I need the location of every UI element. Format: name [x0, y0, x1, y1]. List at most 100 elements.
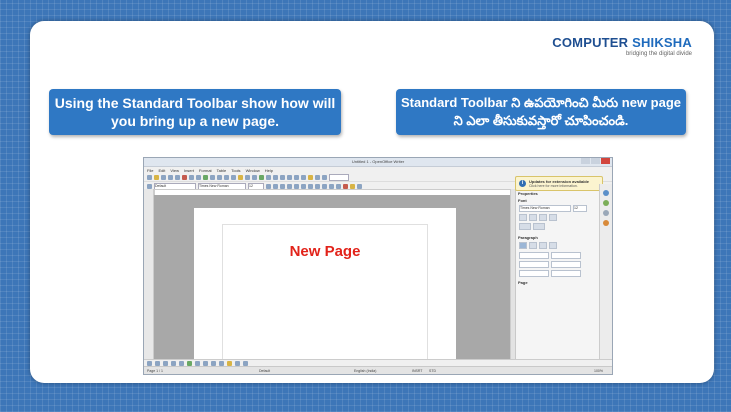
align-left-icon[interactable] — [287, 183, 292, 189]
sidebar-strike-icon[interactable] — [549, 214, 557, 221]
open-icon[interactable] — [154, 174, 159, 180]
decrease-indent-icon[interactable] — [329, 183, 334, 189]
sidebar-underline-icon[interactable] — [539, 214, 547, 221]
print-icon[interactable] — [189, 174, 194, 180]
gallery-deck-icon[interactable] — [603, 210, 609, 216]
highlight-icon[interactable] — [350, 183, 355, 189]
logo-brand-a: COMPUTER — [552, 35, 633, 50]
find-icon[interactable] — [280, 174, 285, 180]
sidebar-style-row — [519, 214, 557, 221]
edit-file-icon[interactable] — [175, 174, 180, 180]
status-bar: Page 1 / 1 Default English (India) INSRT… — [144, 366, 612, 374]
copy-icon[interactable] — [224, 174, 229, 180]
styles-deck-icon[interactable] — [603, 200, 609, 206]
gallery-icon[interactable] — [294, 174, 299, 180]
increase-indent-icon[interactable] — [336, 183, 341, 189]
zoom-icon[interactable] — [315, 174, 320, 180]
sidebar-bold-icon[interactable] — [519, 214, 527, 221]
show-draw-icon[interactable] — [273, 174, 278, 180]
status-insert-mode[interactable]: INSRT — [412, 369, 422, 373]
underline-icon[interactable] — [280, 183, 285, 189]
text-boundary: New Page — [222, 224, 428, 366]
datasources-icon[interactable] — [301, 174, 306, 180]
page-preview-icon[interactable] — [196, 174, 201, 180]
redo-icon[interactable] — [252, 174, 257, 180]
sidebar-italic-icon[interactable] — [529, 214, 537, 221]
find-field[interactable] — [329, 173, 349, 181]
sidebar-indent-field[interactable] — [551, 252, 581, 259]
spelling-icon[interactable] — [203, 174, 208, 180]
table-icon[interactable] — [266, 174, 271, 180]
sidebar-indent-field-3[interactable] — [551, 270, 581, 277]
document-page[interactable]: New Page — [194, 208, 456, 368]
info-icon: i — [519, 180, 526, 187]
sidebar-font-size[interactable]: 12 — [573, 205, 587, 212]
sidebar-align-center-icon[interactable] — [529, 242, 537, 249]
document-area: New Page — [154, 195, 510, 368]
sidebar-font-color-icon[interactable] — [519, 223, 531, 230]
sidebar-font-name[interactable]: Times New Roman — [519, 205, 571, 212]
paste-icon[interactable] — [231, 174, 236, 180]
font-color-icon[interactable] — [343, 183, 348, 189]
email-icon[interactable] — [168, 174, 173, 180]
status-selection-mode[interactable]: STD — [429, 369, 436, 373]
bold-icon[interactable] — [266, 183, 271, 189]
menu-file[interactable]: File — [147, 168, 153, 173]
styles-icon[interactable] — [147, 183, 152, 189]
save-icon[interactable] — [161, 174, 166, 180]
align-right-icon[interactable] — [301, 183, 306, 189]
sidebar-linespacing-field[interactable] — [519, 270, 549, 277]
clone-format-icon[interactable] — [238, 174, 243, 180]
numbering-icon[interactable] — [315, 183, 320, 189]
menu-tools[interactable]: Tools — [231, 168, 240, 173]
sidebar-paragraph-heading[interactable]: Paragraph — [518, 235, 594, 240]
background-color-icon[interactable] — [357, 183, 362, 189]
menu-edit[interactable]: Edit — [158, 168, 165, 173]
hyperlink-icon[interactable] — [259, 174, 264, 180]
sidebar-align-left-icon[interactable] — [519, 242, 527, 249]
new-page-text: New Page — [289, 243, 361, 260]
minimize-button[interactable] — [581, 158, 590, 164]
properties-deck-icon[interactable] — [603, 190, 609, 196]
menu-view[interactable]: View — [170, 168, 179, 173]
sidebar-highlight-icon[interactable] — [533, 223, 545, 230]
undo-icon[interactable] — [245, 174, 250, 180]
help-icon[interactable] — [322, 174, 327, 180]
cut-icon[interactable] — [217, 174, 222, 180]
menu-help[interactable]: Help — [265, 168, 273, 173]
sidebar-properties-heading: Properties — [518, 191, 538, 196]
sidebar-indent-field-2[interactable] — [551, 261, 581, 268]
menu-table[interactable]: Table — [217, 168, 227, 173]
sidebar-spacing-field[interactable] — [519, 252, 549, 259]
sidebar-font-heading[interactable]: Font — [518, 198, 594, 203]
sidebar-align-right-icon[interactable] — [539, 242, 547, 249]
new-document-icon[interactable] — [147, 174, 152, 180]
sidebar-spacing-field-2[interactable] — [519, 261, 549, 268]
menu-format[interactable]: Format — [199, 168, 212, 173]
bullets-icon[interactable] — [322, 183, 327, 189]
sidebar-font-row: Times New Roman 12 — [519, 205, 587, 212]
status-zoom[interactable]: 100% — [594, 369, 603, 373]
justify-icon[interactable] — [308, 183, 313, 189]
status-style: Default — [259, 369, 271, 373]
navigator-deck-icon[interactable] — [603, 220, 609, 226]
window-titlebar: Untitled 1 - OpenOffice Writer — [144, 158, 612, 167]
menu-insert[interactable]: Insert — [184, 168, 194, 173]
autospell-icon[interactable] — [210, 174, 215, 180]
vertical-ruler — [144, 189, 154, 359]
sidebar-align-row — [519, 242, 557, 249]
nonprinting-characters-icon[interactable] — [308, 174, 313, 180]
sidebar-page-heading[interactable]: Page — [518, 280, 594, 285]
menu-window[interactable]: Window — [246, 168, 260, 173]
close-button[interactable] — [601, 158, 610, 164]
sidebar-spacing-row — [519, 252, 581, 259]
maximize-button[interactable] — [591, 158, 600, 164]
sidebar-justify-icon[interactable] — [549, 242, 557, 249]
italic-icon[interactable] — [273, 183, 278, 189]
align-center-icon[interactable] — [294, 183, 299, 189]
logo: COMPUTER SHIKSHA bridging the digital di… — [552, 35, 692, 57]
notification-subtitle: Click here for more information. — [529, 184, 578, 188]
export-pdf-icon[interactable] — [182, 174, 187, 180]
navigator-icon[interactable] — [287, 174, 292, 180]
update-notification[interactable]: i Updates for extension available Click … — [515, 176, 603, 191]
